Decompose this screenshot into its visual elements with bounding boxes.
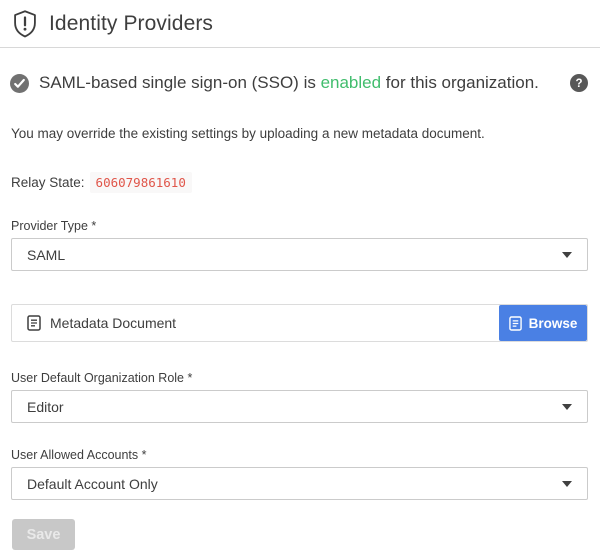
provider-type-value: SAML — [27, 247, 65, 263]
sso-status-text: SAML-based single sign-on (SSO) is enabl… — [39, 73, 562, 93]
metadata-document-input[interactable]: Metadata Document Browse — [11, 304, 588, 342]
relay-state-label: Relay State: — [11, 175, 85, 190]
relay-state-value: 606079861610 — [90, 172, 192, 193]
relay-state-row: Relay State: 606079861610 — [11, 172, 588, 193]
sso-status-enabled: enabled — [321, 73, 382, 92]
org-role-label: User Default Organization Role * — [11, 371, 588, 385]
sso-status-text-after: for this organization. — [381, 73, 539, 92]
page-title: Identity Providers — [49, 12, 213, 36]
help-icon[interactable]: ? — [570, 74, 588, 92]
sso-status-row: SAML-based single sign-on (SSO) is enabl… — [10, 73, 588, 93]
allowed-accounts-value: Default Account Only — [27, 476, 158, 492]
page-header: Identity Providers — [0, 0, 600, 47]
provider-type-field: Provider Type * SAML — [11, 219, 588, 271]
org-role-value: Editor — [27, 399, 64, 415]
chevron-down-icon — [562, 404, 572, 410]
chevron-down-icon — [562, 252, 572, 258]
svg-text:?: ? — [575, 78, 582, 90]
document-upload-icon — [509, 316, 522, 331]
shield-exclamation-icon — [12, 10, 38, 38]
browse-button-label: Browse — [529, 316, 578, 331]
org-role-field: User Default Organization Role * Editor — [11, 371, 588, 423]
check-circle-icon — [10, 74, 29, 93]
provider-type-select[interactable]: SAML — [11, 238, 588, 271]
org-role-select[interactable]: Editor — [11, 390, 588, 423]
allowed-accounts-label: User Allowed Accounts * — [11, 448, 588, 462]
header-divider — [0, 47, 600, 48]
sso-status-text-before: SAML-based single sign-on (SSO) is — [39, 73, 321, 92]
metadata-document-placeholder: Metadata Document — [50, 315, 176, 331]
identity-providers-page: Identity Providers SAML-based single sig… — [0, 0, 600, 550]
provider-type-label: Provider Type * — [11, 219, 588, 233]
browse-button[interactable]: Browse — [499, 305, 587, 341]
metadata-document-display: Metadata Document — [12, 305, 499, 341]
allowed-accounts-select[interactable]: Default Account Only — [11, 467, 588, 500]
override-description: You may override the existing settings b… — [11, 126, 588, 141]
metadata-document-field: Metadata Document Browse — [11, 304, 588, 342]
chevron-down-icon — [562, 481, 572, 487]
save-button[interactable]: Save — [12, 519, 75, 550]
allowed-accounts-field: User Allowed Accounts * Default Account … — [11, 448, 588, 500]
document-icon — [27, 315, 41, 331]
